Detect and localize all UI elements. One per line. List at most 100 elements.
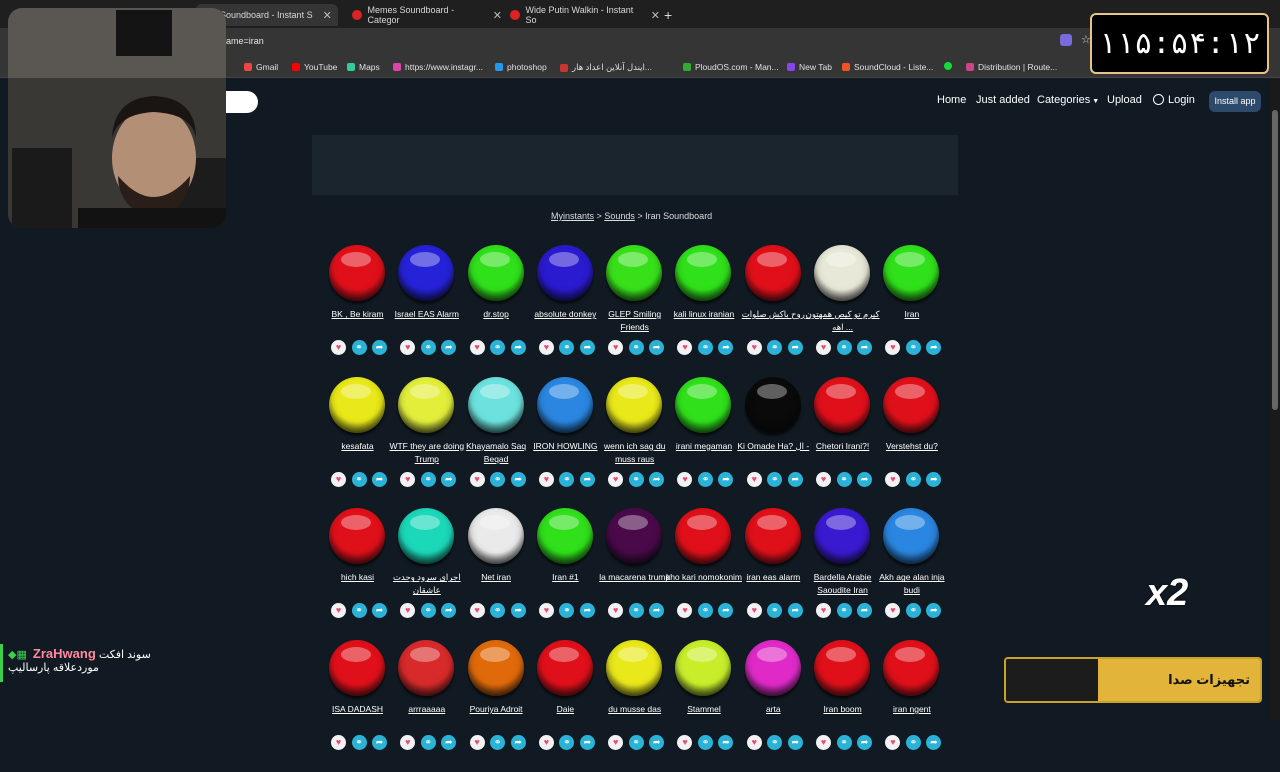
copy-link-icon[interactable]: ⚭ — [905, 340, 921, 355]
share-arrow-icon[interactable]: ➦ — [926, 340, 942, 355]
play-sound-button[interactable] — [675, 640, 732, 697]
copy-link-icon[interactable]: ⚭ — [420, 735, 436, 751]
favorite-heart-icon[interactable]: ♥ — [538, 340, 554, 355]
sound-label[interactable]: GLEP Smiling Friends — [596, 308, 673, 334]
tab-memes-soundboard[interactable]: Memes Soundboard - Categor ✕ — [352, 4, 502, 26]
favorite-heart-icon[interactable]: ♥ — [608, 603, 624, 619]
sound-label[interactable]: Iran #1 — [527, 571, 604, 584]
favorite-heart-icon[interactable]: ♥ — [469, 340, 485, 355]
copy-link-icon[interactable]: ⚭ — [767, 471, 783, 487]
favorite-heart-icon[interactable]: ♥ — [816, 735, 832, 751]
bookmark-distribution[interactable]: Distribution | Route... — [966, 62, 1057, 72]
install-app-button[interactable]: Install app — [1209, 91, 1261, 112]
bookmark-soundcloud[interactable]: SoundCloud - Liste... — [842, 62, 933, 72]
bookmark-maps[interactable]: Maps — [347, 62, 380, 72]
favorite-heart-icon[interactable]: ♥ — [331, 471, 346, 487]
copy-link-icon[interactable]: ⚭ — [767, 735, 783, 751]
share-arrow-icon[interactable]: ➦ — [579, 471, 595, 487]
share-arrow-icon[interactable]: ➦ — [718, 735, 734, 751]
favorite-heart-icon[interactable]: ♥ — [469, 735, 485, 751]
favorite-heart-icon[interactable]: ♥ — [608, 735, 624, 751]
nav-categories[interactable]: Categories ▼ — [1037, 94, 1099, 106]
play-sound-button[interactable] — [329, 376, 385, 433]
play-sound-button[interactable] — [883, 508, 940, 565]
copy-link-icon[interactable]: ⚭ — [905, 735, 921, 751]
share-arrow-icon[interactable]: ➦ — [787, 603, 803, 619]
url-input[interactable]: ame=iran — [226, 36, 264, 46]
favorite-heart-icon[interactable]: ♥ — [816, 340, 832, 355]
favorite-heart-icon[interactable]: ♥ — [608, 340, 624, 355]
copy-link-icon[interactable]: ⚭ — [836, 471, 852, 487]
sound-label[interactable]: Pouriya Adroit — [458, 703, 535, 716]
favorite-heart-icon[interactable]: ♥ — [816, 603, 832, 619]
share-arrow-icon[interactable]: ➦ — [926, 603, 942, 619]
tab-wide-putin[interactable]: Wide Putin Walkin - Instant So ✕ — [510, 4, 660, 26]
sound-label[interactable]: Ki Omade Ha? ال - — [735, 440, 812, 453]
copy-link-icon[interactable]: ⚭ — [490, 603, 506, 619]
sound-label[interactable]: Iran boom — [804, 703, 881, 716]
share-arrow-icon[interactable]: ➦ — [441, 735, 457, 751]
share-arrow-icon[interactable]: ➦ — [787, 471, 803, 487]
nav-login[interactable]: Login — [1153, 94, 1195, 106]
share-arrow-icon[interactable]: ➦ — [510, 340, 526, 355]
sound-label[interactable]: dr.stop — [458, 308, 535, 321]
favorite-heart-icon[interactable]: ♥ — [677, 471, 693, 487]
search-input[interactable] — [224, 91, 258, 113]
copy-link-icon[interactable]: ⚭ — [351, 340, 367, 355]
sound-label[interactable]: Daie — [527, 703, 604, 716]
sound-label[interactable]: Chetori Irani?! — [804, 440, 881, 453]
copy-link-icon[interactable]: ⚭ — [628, 471, 644, 487]
favorite-heart-icon[interactable]: ♥ — [816, 471, 832, 487]
favorite-heart-icon[interactable]: ♥ — [469, 471, 485, 487]
bookmark-instagram[interactable]: https://www.instagr... — [393, 62, 483, 72]
copy-link-icon[interactable]: ⚭ — [490, 340, 506, 355]
copy-link-icon[interactable]: ⚭ — [836, 603, 852, 619]
play-sound-button[interactable] — [744, 508, 801, 565]
sound-label[interactable]: arrraaaaa — [388, 703, 465, 716]
play-sound-button[interactable] — [329, 640, 385, 697]
share-arrow-icon[interactable]: ➦ — [718, 603, 734, 619]
favorite-heart-icon[interactable]: ♥ — [331, 340, 346, 355]
copy-link-icon[interactable]: ⚭ — [351, 471, 367, 487]
share-arrow-icon[interactable]: ➦ — [441, 340, 457, 355]
play-sound-button[interactable] — [606, 376, 663, 433]
sound-label[interactable]: iran ngent — [873, 703, 950, 716]
share-arrow-icon[interactable]: ➦ — [441, 471, 457, 487]
play-sound-button[interactable] — [883, 245, 940, 301]
sound-label[interactable]: la macarena trump — [596, 571, 673, 584]
share-arrow-icon[interactable]: ➦ — [857, 735, 873, 751]
share-arrow-icon[interactable]: ➦ — [510, 735, 526, 751]
share-arrow-icon[interactable]: ➦ — [372, 340, 387, 355]
scrollbar-thumb[interactable] — [1272, 110, 1278, 410]
sound-label[interactable]: Iran — [873, 308, 950, 321]
sound-label[interactable]: kali linux iranian — [665, 308, 742, 321]
favorite-heart-icon[interactable]: ♥ — [331, 603, 346, 619]
play-sound-button[interactable] — [814, 508, 871, 565]
play-sound-button[interactable] — [883, 376, 940, 433]
play-sound-button[interactable] — [675, 245, 732, 301]
share-arrow-icon[interactable]: ➦ — [372, 735, 387, 751]
play-sound-button[interactable] — [814, 245, 871, 301]
favorite-heart-icon[interactable]: ♥ — [538, 471, 554, 487]
sound-label[interactable]: WTF they are doing Trump — [388, 440, 465, 466]
play-sound-button[interactable] — [536, 376, 593, 433]
favorite-heart-icon[interactable]: ♥ — [400, 735, 416, 751]
share-arrow-icon[interactable]: ➦ — [926, 735, 942, 751]
favorite-heart-icon[interactable]: ♥ — [885, 471, 901, 487]
share-arrow-icon[interactable]: ➦ — [579, 340, 595, 355]
play-sound-button[interactable] — [467, 376, 524, 433]
sound-label[interactable]: iran eas alarm — [735, 571, 812, 584]
copy-link-icon[interactable]: ⚭ — [490, 735, 506, 751]
favorite-heart-icon[interactable]: ♥ — [746, 603, 762, 619]
copy-link-icon[interactable]: ⚭ — [767, 340, 783, 355]
play-sound-button[interactable] — [398, 640, 455, 697]
share-arrow-icon[interactable]: ➦ — [857, 340, 873, 355]
bookmark-youtube[interactable]: YouTube — [292, 62, 337, 72]
sound-label[interactable]: اجرای سرود وحدت عاشقان — [388, 571, 465, 597]
share-arrow-icon[interactable]: ➦ — [857, 471, 873, 487]
share-arrow-icon[interactable]: ➦ — [649, 340, 665, 355]
copy-link-icon[interactable]: ⚭ — [559, 340, 575, 355]
bookmark-photoshop[interactable]: photoshop — [495, 62, 547, 72]
extension-icon[interactable] — [1060, 34, 1072, 46]
play-sound-button[interactable] — [536, 245, 593, 301]
